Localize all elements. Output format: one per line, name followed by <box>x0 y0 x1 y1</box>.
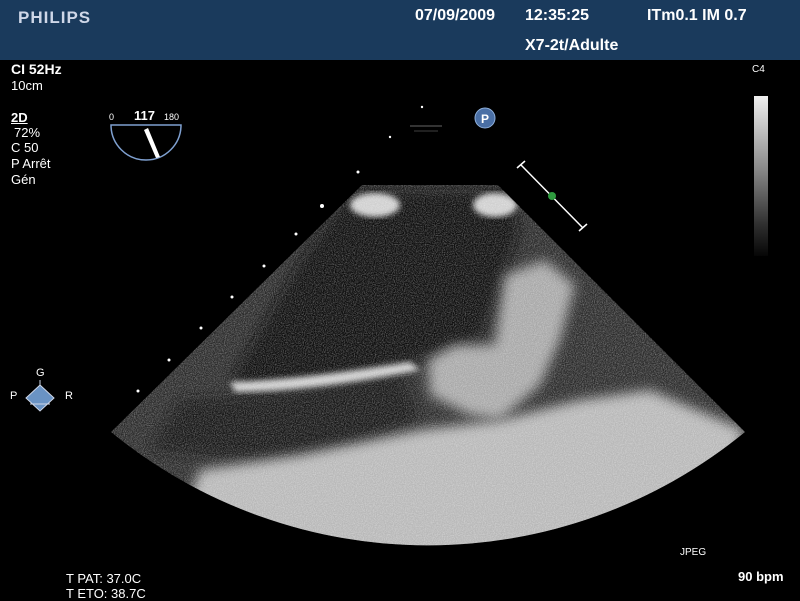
persistence-value: P Arrêt <box>11 156 51 171</box>
angle-min-label: 0 <box>109 112 114 122</box>
orientation-icon <box>25 380 55 412</box>
frame-rate: CI 52Hz <box>11 61 62 77</box>
probe-face-marks <box>410 125 442 132</box>
heart-rate: 90 bpm <box>738 569 784 584</box>
frequency-value: Gén <box>11 172 36 187</box>
p-position-marker: P <box>474 107 496 129</box>
grayscale-bar <box>754 96 768 256</box>
depth-value: 10cm <box>11 78 43 93</box>
angle-indicator <box>110 124 182 161</box>
compression-value: C 50 <box>11 140 39 155</box>
colormap-label: C4 <box>752 64 765 75</box>
svg-text:P: P <box>481 112 489 126</box>
gain-value: 72% <box>14 125 41 140</box>
mode-label: 2D <box>11 110 28 125</box>
image-format: JPEG <box>680 547 707 558</box>
patient-temperature: T PAT: 37.0C <box>66 571 142 586</box>
orientation-left-label: P <box>10 390 17 402</box>
orientation-top-label: G <box>36 367 45 379</box>
angle-max-label: 180 <box>164 112 179 122</box>
orientation-right-label: R <box>65 390 73 402</box>
ultrasound-image: 0 180 117 P G P R <box>10 105 745 546</box>
probe-temperature: T ETO: 38.7C <box>66 586 146 601</box>
angle-value: 117 <box>134 108 155 123</box>
